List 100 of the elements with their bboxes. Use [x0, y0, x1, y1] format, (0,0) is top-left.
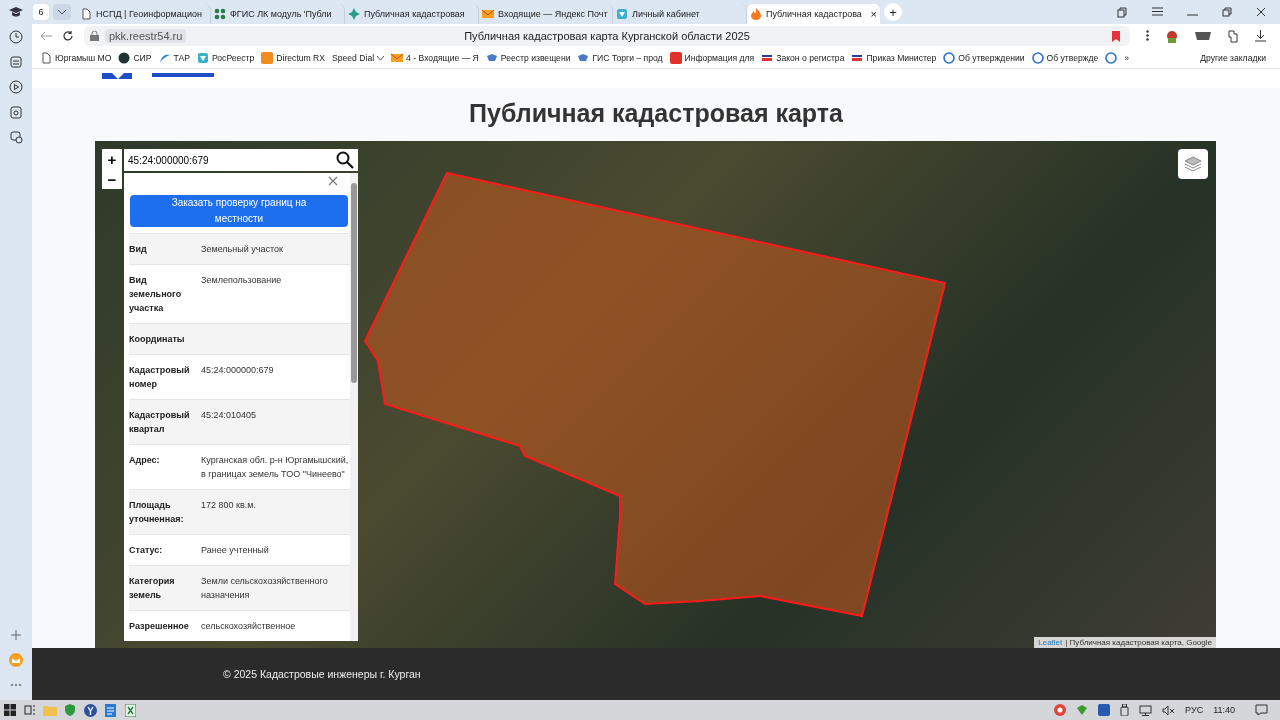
menu-icon[interactable]	[1152, 6, 1163, 16]
property-value: 172 800 кв.м.	[201, 499, 257, 512]
calendar-icon[interactable]	[9, 105, 23, 119]
bookmark-item[interactable]	[1105, 52, 1118, 64]
play-icon[interactable]	[9, 80, 23, 94]
screenshot-icon[interactable]	[9, 130, 23, 144]
search-icon[interactable]	[336, 151, 354, 169]
star-icon	[348, 8, 360, 20]
document-icon	[40, 52, 52, 64]
round-logo-icon	[943, 52, 956, 64]
clock-time[interactable]: 11:40	[1213, 705, 1235, 715]
property-value: Курганская обл. р-н Юргамышский, в границах земель ТОО "Чинеево"	[201, 454, 350, 481]
property-label: Кадастровый квартал	[129, 409, 191, 436]
network-icon[interactable]	[1139, 704, 1153, 716]
download-icon[interactable]	[1255, 29, 1266, 42]
reload-icon[interactable]	[62, 30, 74, 42]
browser-tab[interactable]: Публичная кадастрова ×	[747, 4, 880, 24]
property-label: Кадастровый номер	[129, 364, 191, 391]
emblem-icon	[485, 52, 498, 64]
scrollbar[interactable]	[350, 173, 358, 641]
more-vertical-icon[interactable]	[1146, 29, 1149, 41]
bookmark-item[interactable]: Юргамыш МО	[40, 52, 112, 64]
layers-button[interactable]	[1178, 149, 1208, 179]
spreadsheet-app-icon[interactable]	[124, 703, 136, 717]
flag-icon	[761, 52, 774, 64]
envelope-icon	[482, 8, 494, 20]
square-logo-icon	[261, 52, 274, 64]
round-logo-icon	[1105, 52, 1118, 64]
back-icon[interactable]	[40, 31, 52, 41]
tray-app-icon[interactable]	[1054, 704, 1067, 716]
notes-icon[interactable]	[9, 55, 23, 69]
dots-icon	[214, 8, 226, 20]
bookmark-item[interactable]: Об утвержде	[1031, 52, 1099, 64]
graduation-cap-icon[interactable]	[9, 6, 23, 18]
bookmark-item[interactable]: СИР	[118, 52, 152, 64]
usb-drive-icon[interactable]	[1120, 704, 1130, 716]
close-icon[interactable]	[328, 176, 338, 186]
bookmark-item[interactable]: РосРеестр	[196, 52, 255, 64]
bookmark-item[interactable]: ТАР	[158, 52, 190, 64]
property-label: Вид земельного участка	[129, 274, 183, 315]
flag-icon	[851, 52, 864, 64]
bookmark-item[interactable]: Directum RX	[261, 52, 326, 64]
more-bookmarks-button[interactable]: »	[1124, 53, 1130, 63]
round-logo-icon	[118, 52, 131, 64]
bookmark-item[interactable]: Реестр извещени	[485, 52, 571, 64]
flame-icon	[750, 8, 762, 20]
speaker-muted-icon[interactable]	[1162, 704, 1176, 716]
satellite-map[interactable]	[95, 141, 1216, 648]
layers-icon	[1184, 156, 1202, 172]
address-bar[interactable]: pkk.reestr54.ru Публичная кадастровая карта Курганской области 2025	[84, 26, 1130, 46]
property-label: Разрешенное	[129, 620, 190, 633]
new-tab-button[interactable]: +	[884, 3, 902, 21]
bookmark-icon[interactable]	[1112, 30, 1120, 42]
tray-app-icon[interactable]	[1098, 704, 1111, 716]
bookmark-item[interactable]: Информация для	[669, 52, 755, 64]
restore-icon[interactable]	[1222, 6, 1232, 17]
property-value: Земли сельскохозяйственного назначения	[201, 575, 329, 602]
emblem-icon	[196, 52, 209, 64]
search-field[interactable]: 45:24:000000:679	[124, 148, 336, 172]
property-label: Вид	[129, 243, 148, 256]
swoosh-icon	[158, 52, 171, 64]
square-logo-icon	[669, 52, 682, 64]
browser-icon[interactable]	[83, 703, 97, 717]
tabs-icon[interactable]	[1117, 6, 1128, 18]
bookmark-item[interactable]: Приказ Министер	[851, 52, 937, 64]
property-label: Адрес:	[129, 454, 161, 467]
extension-icon[interactable]	[1227, 29, 1239, 43]
notifications-icon[interactable]	[1255, 704, 1268, 716]
footer-copyright: © 2025 Кадастровые инженеры г. Курган	[223, 668, 421, 680]
extension-icon[interactable]	[1165, 29, 1179, 43]
property-value: сельскохозяйственное	[201, 620, 297, 633]
other-bookmarks-button[interactable]: Другие закладки	[1200, 53, 1280, 63]
document-app-icon[interactable]	[104, 703, 116, 717]
property-label: Площадь уточненная:	[129, 499, 185, 526]
bookmark-item[interactable]: ГИС Торги – прод	[577, 52, 663, 64]
chevron-down-icon[interactable]	[58, 9, 66, 15]
bookmark-item[interactable]: Закон о регистра	[761, 52, 845, 64]
page-title: Публичная кадастровая карта	[468, 98, 844, 129]
tab-count[interactable]: 6	[33, 4, 49, 20]
close-icon[interactable]	[1256, 6, 1266, 17]
property-label: Категория земель	[129, 575, 176, 602]
bookmark-item[interactable]: 4 - Входящие — Я	[391, 52, 479, 64]
property-value: Земельный участок	[201, 243, 284, 256]
order-check-button[interactable]: Заказать проверку границ на местности	[130, 195, 348, 227]
bookmark-item[interactable]: Speed Dial	[332, 53, 385, 63]
extension-icon[interactable]	[1195, 29, 1211, 40]
windows-start-icon[interactable]	[4, 704, 16, 716]
property-value: 45:24:000000:679	[201, 364, 275, 377]
keyboard-language[interactable]: РУС	[1185, 705, 1204, 715]
task-view-icon[interactable]	[24, 704, 36, 716]
lock-icon	[90, 31, 99, 41]
clock-icon[interactable]	[9, 30, 23, 44]
property-value: 45:24:010405	[201, 409, 258, 422]
property-value: Землепользование	[201, 274, 283, 287]
chevron-down-icon	[377, 55, 385, 61]
map-attribution: Leaflet | Публичная кадастровая карта, Google	[1034, 637, 1216, 648]
bookmark-item[interactable]: Об утверждении	[943, 52, 1025, 64]
envelope-icon	[391, 52, 404, 64]
emblem-icon	[577, 52, 590, 64]
search-box[interactable]: 45:24:000000:679	[124, 149, 358, 171]
